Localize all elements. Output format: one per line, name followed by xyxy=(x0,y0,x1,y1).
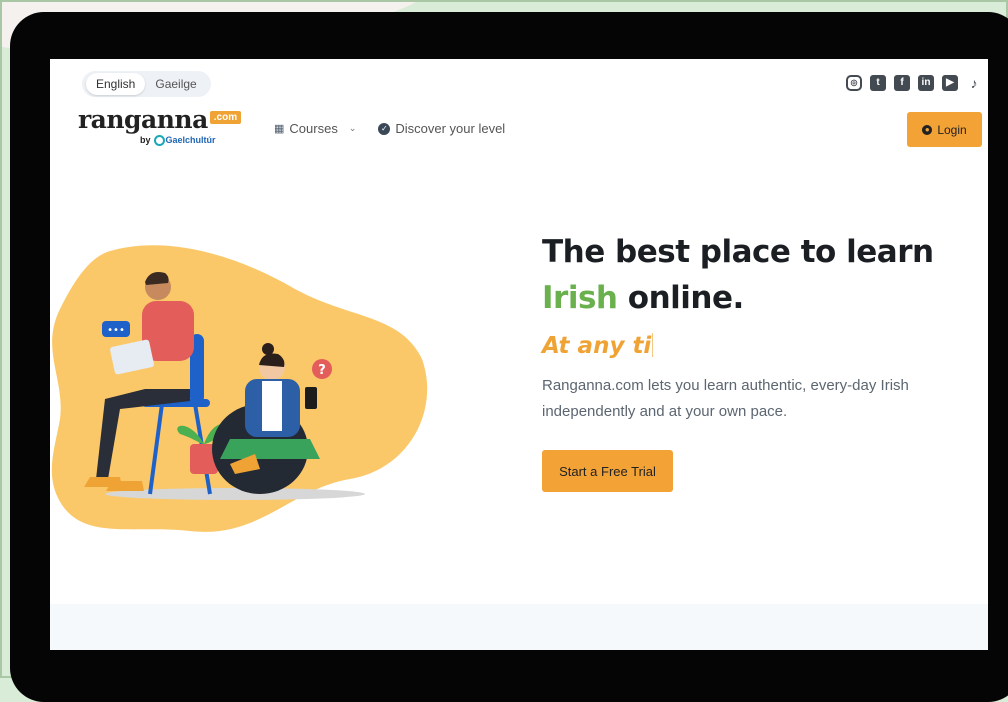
main-nav: ▦ Courses ⌄ ✓ Discover your level xyxy=(274,121,505,136)
hero-tagline: At any ti xyxy=(542,333,654,359)
instagram-icon[interactable]: ◎ xyxy=(846,75,862,91)
lang-gaeilge-button[interactable]: Gaeilge xyxy=(145,73,206,95)
login-label: Login xyxy=(937,122,967,137)
lang-english-button[interactable]: English xyxy=(86,73,146,95)
linkedin-icon[interactable]: in xyxy=(918,75,934,91)
check-circle-icon: ✓ xyxy=(378,122,391,135)
phone xyxy=(305,387,317,409)
typing-caret xyxy=(652,333,654,357)
chevron-down-icon: ⌄ xyxy=(348,123,357,133)
logo-partner-name: Gaelchultúr xyxy=(165,135,216,145)
logo-badge: .com xyxy=(209,111,242,124)
hero-title-highlight: Irish xyxy=(542,280,618,316)
woman-legs xyxy=(220,439,320,459)
logo-by-line: by Gaelchultúr xyxy=(140,135,216,146)
user-circle-icon: ● xyxy=(922,124,933,135)
hero-description: Ranganna.com lets you learn authentic, e… xyxy=(542,377,909,420)
start-free-trial-button[interactable]: Start a Free Trial xyxy=(542,450,673,492)
laptop-frame: English Gaeilge ranganna .com by Gaelchult… xyxy=(10,12,1008,702)
woman-hair-bun xyxy=(262,343,274,355)
next-section-strip xyxy=(50,604,988,650)
nav-courses-label: Courses xyxy=(289,121,338,136)
hero-title-line2: Irish online. xyxy=(542,275,934,321)
nav-discover-level[interactable]: ✓ Discover your level xyxy=(378,121,505,136)
woman-shirt xyxy=(262,381,282,431)
language-toggle: English Gaeilge xyxy=(82,71,211,97)
youtube-icon[interactable]: ▶ xyxy=(942,75,958,91)
gaelchultur-logo-icon xyxy=(153,135,165,146)
nav-discover-label: Discover your level xyxy=(395,121,506,136)
question-mark: ? xyxy=(318,363,326,378)
tiktok-icon[interactable]: ♪ xyxy=(966,75,982,91)
hero-title-line1: The best place to learn xyxy=(542,234,934,270)
grid-icon: ▦ xyxy=(274,123,285,135)
hero-illustration: ••• ? xyxy=(51,245,428,532)
social-links: ◎ t f in ▶ ♪ xyxy=(846,75,982,91)
hero-title: The best place to learn Irish online. xyxy=(542,229,934,321)
hero-title-rest: online. xyxy=(617,280,745,316)
chat-bubble-dots: ••• xyxy=(107,325,125,336)
site-logo[interactable]: ranganna .com by Gaelchultúr xyxy=(78,105,242,146)
floor-shadow xyxy=(105,488,365,500)
nav-courses[interactable]: ▦ Courses ⌄ xyxy=(274,121,356,136)
login-button[interactable]: ● Login xyxy=(907,112,982,147)
logo-by-text: by xyxy=(140,135,151,145)
hero-tagline-text: At any ti xyxy=(542,333,652,359)
man-shoe xyxy=(106,481,144,491)
facebook-icon[interactable]: f xyxy=(894,75,910,91)
browser-screen: English Gaeilge ranganna .com by Gaelchult… xyxy=(50,59,988,650)
logo-text: ranganna xyxy=(78,105,208,134)
twitter-icon[interactable]: t xyxy=(870,75,886,91)
